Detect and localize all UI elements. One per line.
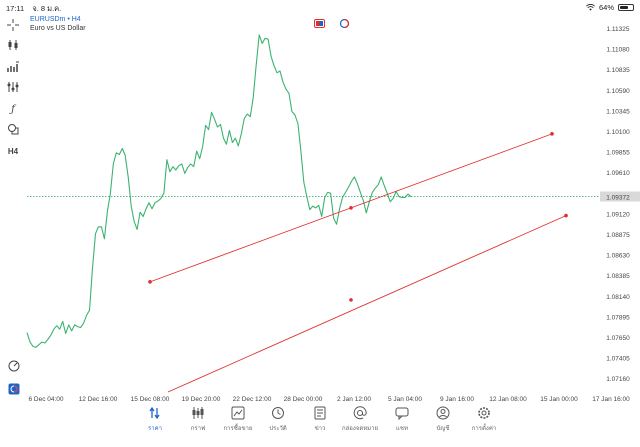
news-icon: [298, 405, 342, 421]
price-tick-label: 1.10835: [606, 67, 630, 74]
price-tick-label: 1.09855: [606, 150, 630, 157]
price-tick-label: 1.07650: [606, 335, 630, 342]
symbol-info: EURUSDm • H4 Euro vs US Dollar: [30, 15, 86, 33]
time-tick-label: 2 Jan 12:00: [337, 396, 371, 403]
price-tick-label: 1.08140: [606, 294, 630, 301]
price-tick-label: 1.07895: [606, 314, 630, 321]
nav-item-label: การตั้งค่า: [471, 426, 497, 432]
one-click-trading-icon[interactable]: [314, 19, 325, 28]
quotes-icon: [133, 405, 177, 421]
timeframe-label[interactable]: H4: [6, 144, 20, 158]
mailbox-icon: [338, 405, 382, 421]
price-tick-label: 1.07405: [606, 356, 630, 363]
price-tick-label: 1.10345: [606, 108, 630, 115]
nav-item-quotes[interactable]: ราคา: [133, 405, 177, 433]
price-tick-label: 1.07160: [606, 376, 630, 383]
price-chart[interactable]: 1.11325 1.11080 1.10835 1.10590 1.10345 1.101…: [0, 0, 640, 447]
nav-item-mailbox[interactable]: กล่องจดหมาย: [338, 405, 382, 433]
channel-handle: [349, 298, 353, 302]
objects-icon[interactable]: [6, 80, 20, 94]
symbol-name[interactable]: EURUSDm • H4: [30, 15, 86, 24]
nav-item-label: กราฟ: [190, 426, 206, 432]
nav-item-history[interactable]: ประวัติ: [256, 405, 300, 433]
bottom-navigation: ราคา กราฟ การซื้อขาย ประวัติ ข่าว กล่องจดหมาย…: [0, 405, 640, 447]
time-tick-label: 22 Dec 12:00: [233, 396, 272, 403]
channel-handle: [349, 206, 353, 210]
crosshair-icon[interactable]: [6, 18, 20, 32]
time-tick-label: 17 Jan 16:00: [592, 396, 630, 403]
time-tick-label: 15 Jan 00:00: [540, 396, 578, 403]
time-tick-label: 12 Jan 08:00: [489, 396, 527, 403]
price-tick-label: 1.09120: [606, 211, 630, 218]
price-line-series: [26, 34, 412, 348]
settings-icon: [462, 405, 506, 421]
nav-item-news[interactable]: ข่าว: [298, 405, 342, 433]
price-tick-label: 1.09610: [606, 170, 630, 177]
trade-panel-icon[interactable]: [339, 19, 350, 28]
nav-item-label: การซื้อขาย: [223, 426, 253, 432]
time-tick-label: 15 Dec 08:00: [131, 396, 170, 403]
account-icon: [421, 405, 465, 421]
nav-item-label: ข่าว: [314, 426, 326, 432]
chat-icon: [380, 405, 424, 421]
price-tick-label: 1.10100: [606, 129, 630, 136]
history-icon: [256, 405, 300, 421]
nav-item-label: แชท: [396, 426, 408, 432]
time-tick-label: 28 Dec 00:00: [284, 396, 323, 403]
channel-handle: [550, 132, 554, 136]
nav-item-label: กล่องจดหมาย: [341, 426, 379, 432]
trade-icon: [216, 405, 260, 421]
price-tick-label: 1.09372: [606, 195, 630, 202]
price-tick-label: 1.08385: [606, 273, 630, 280]
nav-item-settings[interactable]: การตั้งค่า: [462, 405, 506, 433]
time-tick-label: 12 Dec 16:00: [79, 396, 118, 403]
time-tick-label: 5 Jan 04:00: [388, 396, 422, 403]
shapes-icon[interactable]: [6, 122, 20, 136]
price-tick-label: 1.11325: [606, 26, 629, 33]
channel-lower-line: [167, 215, 567, 393]
trading-app-icon[interactable]: [7, 382, 21, 396]
symbol-description: Euro vs US Dollar: [30, 25, 86, 32]
channel-handle: [564, 213, 568, 218]
price-tick-label: 1.10590: [606, 88, 630, 95]
nav-item-label: บัญชี: [436, 426, 450, 432]
time-tick-label: 19 Dec 20:00: [182, 396, 221, 403]
nav-item-label: ประวัติ: [269, 426, 287, 432]
nav-item-account[interactable]: บัญชี: [421, 405, 465, 433]
price-tick-label: 1.08630: [606, 253, 630, 260]
channel-handle: [148, 280, 152, 284]
speedometer-icon[interactable]: [7, 359, 21, 373]
nav-item-trade[interactable]: การซื้อขาย: [216, 405, 260, 433]
nav-item-chat[interactable]: แชท: [380, 405, 424, 433]
candle-type-icon[interactable]: [6, 38, 20, 52]
price-tick-label: 1.08875: [606, 232, 630, 239]
time-tick-label: 6 Dec 04:00: [28, 396, 63, 403]
time-tick-label: 9 Jan 16:00: [440, 396, 474, 403]
price-tick-label: 1.11080: [606, 47, 629, 54]
chart-icon: [176, 405, 220, 421]
nav-item-chart[interactable]: กราฟ: [176, 405, 220, 433]
nav-item-label: ราคา: [148, 426, 162, 432]
function-icon[interactable]: ƒ: [6, 102, 20, 116]
indicators-icon[interactable]: [6, 60, 20, 74]
